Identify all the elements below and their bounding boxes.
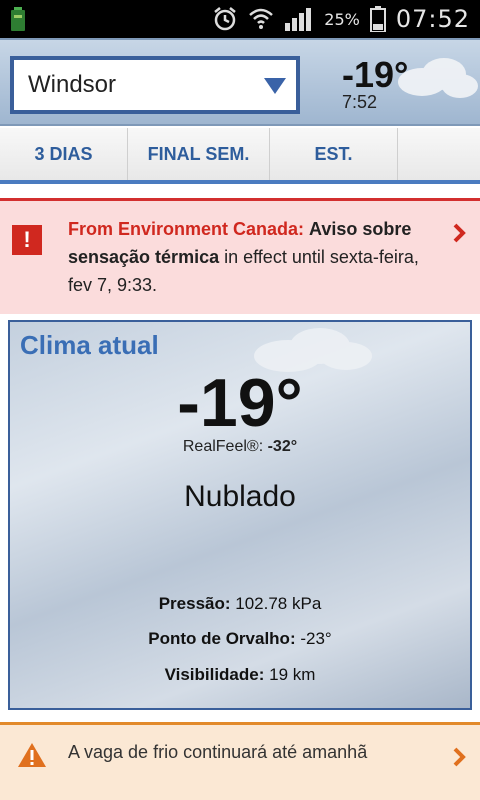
weather-alert-banner[interactable]: ! From Environment Canada: Aviso sobre s… bbox=[0, 198, 480, 314]
alert-message: From Environment Canada: Aviso sobre sen… bbox=[68, 215, 428, 299]
pressure-row: Pressão: 102.78 kPa bbox=[10, 594, 470, 614]
visibility-row: Visibilidade: 19 km bbox=[10, 665, 470, 685]
wifi-icon bbox=[249, 8, 274, 29]
notice-message: A vaga de frio continuará até amanhã bbox=[68, 742, 368, 762]
battery-charging-icon bbox=[11, 7, 25, 31]
visibility-value: 19 km bbox=[269, 665, 316, 684]
chevron-down-icon bbox=[264, 78, 286, 94]
chevron-right-icon bbox=[453, 223, 466, 243]
dew-point-value: -23° bbox=[300, 629, 332, 648]
pressure-label: Pressão: bbox=[158, 594, 231, 613]
dew-point-row: Ponto de Orvalho: -23° bbox=[10, 629, 470, 649]
alert-suffix: in effect bbox=[224, 247, 287, 267]
realfeel-value: -32° bbox=[267, 438, 298, 455]
city-dropdown[interactable]: Windsor bbox=[10, 56, 300, 114]
status-bar: 25% 07:52 bbox=[0, 0, 480, 38]
battery-percent: 25% bbox=[324, 9, 360, 29]
header-updated-time: 7:52 bbox=[342, 92, 378, 112]
dew-point-label: Ponto de Orvalho: bbox=[148, 629, 296, 648]
warning-triangle-icon bbox=[18, 743, 46, 767]
cold-wave-notice[interactable]: A vaga de frio continuará até amanhã bbox=[0, 722, 480, 800]
realfeel-label: RealFeel®: bbox=[182, 438, 264, 455]
realfeel: RealFeel®: -32° bbox=[10, 438, 470, 456]
current-temperature: -19° bbox=[177, 365, 303, 441]
pressure-value: 102.78 kPa bbox=[235, 594, 322, 613]
current-title: Clima atual bbox=[20, 330, 159, 360]
alert-exclamation-icon: ! bbox=[12, 225, 42, 255]
chevron-right-icon bbox=[453, 747, 466, 767]
tab-estendido[interactable]: EST. bbox=[270, 128, 398, 180]
condition-text: Nublado bbox=[184, 480, 296, 513]
city-name: Windsor bbox=[28, 71, 117, 98]
current-conditions-panel: Clima atual -19° RealFeel®: -32° Nublado… bbox=[8, 320, 472, 710]
forecast-tabs: 3 DIAS FINAL SEM. EST. bbox=[0, 128, 480, 184]
location-header: Windsor -19° 7:52 bbox=[0, 38, 480, 126]
status-time: 07:52 bbox=[395, 5, 470, 33]
tab-3-dias[interactable]: 3 DIAS bbox=[0, 128, 128, 180]
header-temperature: -19° bbox=[342, 54, 409, 95]
alert-source: From Environment Canada: bbox=[68, 219, 305, 239]
visibility-label: Visibilidade: bbox=[164, 665, 265, 684]
tab-final-semana[interactable]: FINAL SEM. bbox=[128, 128, 270, 180]
alarm-clock-icon bbox=[214, 7, 237, 31]
signal-strength-icon bbox=[285, 8, 312, 31]
battery-icon bbox=[369, 6, 386, 32]
tab-empty[interactable] bbox=[398, 128, 480, 180]
